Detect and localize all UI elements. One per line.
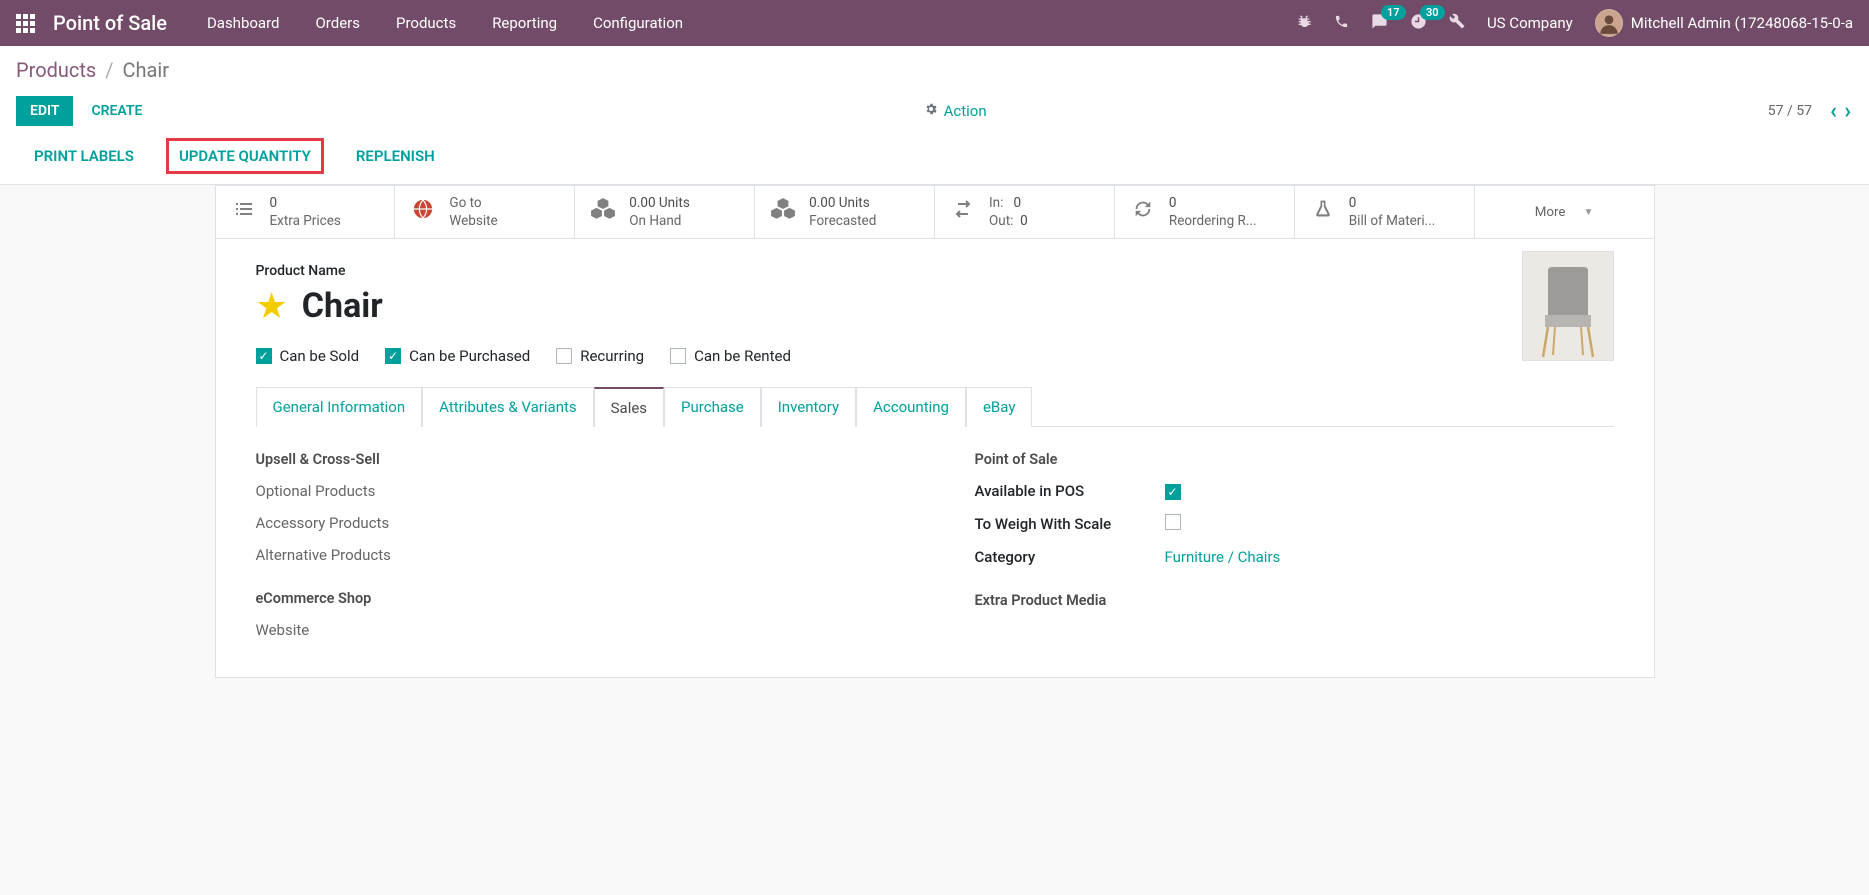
checkbox-available-pos[interactable]: ✓ xyxy=(1165,484,1181,500)
breadcrumb-separator: / xyxy=(105,58,113,82)
stat-on-hand[interactable]: 0.00 UnitsOn Hand xyxy=(575,186,755,238)
activities-badge: 30 xyxy=(1420,5,1445,20)
user-menu[interactable]: Mitchell Admin (17248068-15-0-a xyxy=(1595,9,1853,37)
tab-sales[interactable]: Sales xyxy=(594,387,664,427)
value-category[interactable]: Furniture / Chairs xyxy=(1165,548,1281,566)
stat-bom[interactable]: 0Bill of Materi... xyxy=(1295,186,1475,238)
checkbox-icon xyxy=(670,348,686,364)
edit-button[interactable]: EDIT xyxy=(16,96,73,126)
section-pos: Point of Sale xyxy=(975,451,1614,468)
product-name-label: Product Name xyxy=(256,263,1614,279)
label-alternative-products: Alternative Products xyxy=(256,546,446,564)
menu-dashboard[interactable]: Dashboard xyxy=(207,14,280,32)
breadcrumb-current: Chair xyxy=(122,58,169,82)
control-panel: Products / Chair EDIT CREATE Action 57 /… xyxy=(0,46,1869,185)
company-selector[interactable]: US Company xyxy=(1487,14,1573,32)
label-website: Website xyxy=(256,621,446,639)
update-quantity-button[interactable]: UPDATE QUANTITY xyxy=(166,138,324,174)
tab-content-sales: Upsell & Cross-Sell Optional Products Ac… xyxy=(256,427,1614,653)
label-optional-products: Optional Products xyxy=(256,482,446,500)
tools-icon[interactable] xyxy=(1449,13,1465,33)
label-weigh-scale: To Weigh With Scale xyxy=(975,515,1165,533)
stat-extra-prices[interactable]: 0Extra Prices xyxy=(216,186,396,238)
apps-icon[interactable] xyxy=(16,14,35,33)
create-button[interactable]: CREATE xyxy=(91,103,142,119)
stat-website[interactable]: Go toWebsite xyxy=(395,186,575,238)
checkbox-icon xyxy=(556,348,572,364)
menu-configuration[interactable]: Configuration xyxy=(593,14,683,32)
label-available-pos: Available in POS xyxy=(975,482,1165,500)
section-extra-media: Extra Product Media xyxy=(975,592,1614,609)
check-can-be-purchased[interactable]: ✓ Can be Purchased xyxy=(385,347,530,365)
avatar xyxy=(1595,9,1623,37)
cubes-icon xyxy=(769,196,797,228)
activities-icon[interactable]: 30 xyxy=(1410,13,1427,34)
globe-icon xyxy=(409,198,437,226)
pager-text[interactable]: 57 / 57 xyxy=(1768,103,1812,119)
pager-prev[interactable]: ‹ xyxy=(1830,99,1837,124)
checkbox-icon: ✓ xyxy=(256,348,272,364)
product-name: Chair xyxy=(302,286,383,326)
replenish-button[interactable]: REPLENISH xyxy=(350,138,441,174)
menu-reporting[interactable]: Reporting xyxy=(492,14,557,32)
stat-button-box: 0Extra Prices Go toWebsite 0.00 UnitsOn … xyxy=(216,186,1654,239)
check-can-be-rented[interactable]: Can be Rented xyxy=(670,347,791,365)
pager-next[interactable]: › xyxy=(1844,99,1851,124)
menu-products[interactable]: Products xyxy=(396,14,456,32)
user-name: Mitchell Admin (17248068-15-0-a xyxy=(1631,14,1853,32)
navbar-right: 17 30 US Company Mitchell Admin (1724806… xyxy=(1296,9,1853,37)
menu-orders[interactable]: Orders xyxy=(315,14,360,32)
tab-ebay[interactable]: eBay xyxy=(966,387,1032,427)
checkbox-icon: ✓ xyxy=(385,348,401,364)
check-recurring[interactable]: Recurring xyxy=(556,347,644,365)
top-navbar: Point of Sale Dashboard Orders Products … xyxy=(0,0,1869,46)
list-icon xyxy=(230,197,258,227)
tab-accounting[interactable]: Accounting xyxy=(856,387,966,427)
breadcrumb: Products / Chair xyxy=(16,58,1853,82)
form-sheet: 0Extra Prices Go toWebsite 0.00 UnitsOn … xyxy=(215,185,1655,678)
arrows-icon xyxy=(949,197,977,227)
stat-transfers[interactable]: In: 0 Out: 0 xyxy=(935,186,1115,238)
action-label: Action xyxy=(944,102,987,120)
check-can-be-sold[interactable]: ✓ Can be Sold xyxy=(256,347,360,365)
bug-icon[interactable] xyxy=(1296,13,1312,33)
action-menu[interactable]: Action xyxy=(924,102,987,120)
stat-more[interactable]: More ▼ xyxy=(1475,186,1654,238)
sales-left-column: Upsell & Cross-Sell Optional Products Ac… xyxy=(256,451,895,653)
section-ecommerce: eCommerce Shop xyxy=(256,590,895,607)
main-menu: Dashboard Orders Products Reporting Conf… xyxy=(207,14,1296,32)
stat-forecasted[interactable]: 0.00 UnitsForecasted xyxy=(755,186,935,238)
chair-icon xyxy=(1533,265,1603,360)
app-name[interactable]: Point of Sale xyxy=(53,11,167,35)
breadcrumb-parent[interactable]: Products xyxy=(16,58,96,82)
tab-general-information[interactable]: General Information xyxy=(256,387,423,427)
tab-purchase[interactable]: Purchase xyxy=(664,387,761,427)
label-accessory-products: Accessory Products xyxy=(256,514,446,532)
gear-icon xyxy=(924,102,938,120)
tab-inventory[interactable]: Inventory xyxy=(761,387,856,427)
messages-icon[interactable]: 17 xyxy=(1371,13,1388,34)
refresh-icon xyxy=(1129,198,1157,226)
status-bar: PRINT LABELS UPDATE QUANTITY REPLENISH xyxy=(28,126,1853,184)
print-labels-button[interactable]: PRINT LABELS xyxy=(28,138,140,174)
favorite-star-icon[interactable]: ★ xyxy=(256,285,288,327)
stat-reordering[interactable]: 0Reordering R... xyxy=(1115,186,1295,238)
product-image[interactable] xyxy=(1522,251,1614,361)
label-category: Category xyxy=(975,548,1165,566)
caret-down-icon: ▼ xyxy=(1583,207,1593,218)
messages-badge: 17 xyxy=(1381,5,1406,20)
checkbox-weigh-scale[interactable] xyxy=(1165,514,1181,530)
sales-right-column: Point of Sale Available in POS ✓ To Weig… xyxy=(975,451,1614,653)
tab-attributes-variants[interactable]: Attributes & Variants xyxy=(422,387,593,427)
phone-icon[interactable] xyxy=(1334,14,1349,33)
flask-icon xyxy=(1309,198,1337,226)
section-upsell: Upsell & Cross-Sell xyxy=(256,451,895,468)
tabs: General Information Attributes & Variant… xyxy=(256,387,1614,427)
cubes-icon xyxy=(589,196,617,228)
